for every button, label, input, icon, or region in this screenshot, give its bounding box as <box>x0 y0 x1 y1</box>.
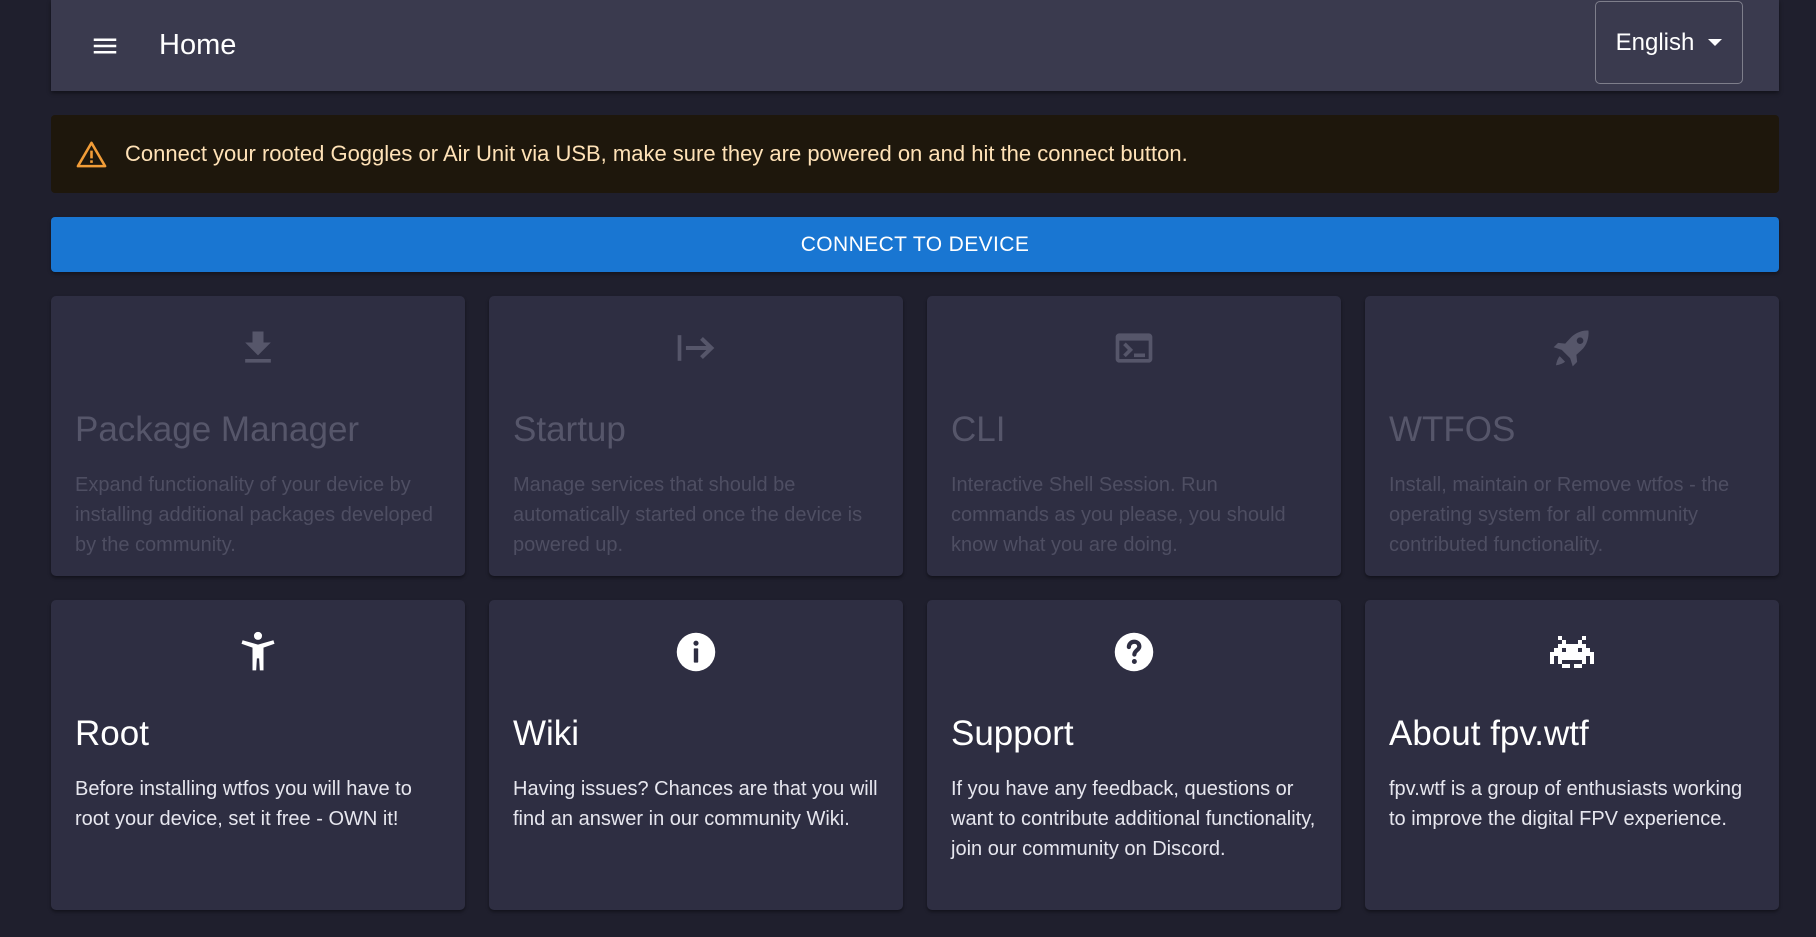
card-description: Install, maintain or Remove wtfos - the … <box>1389 474 1730 556</box>
card-description: Having issues? Chances are that you will… <box>513 778 878 830</box>
card-support[interactable]: Support If you have any feedback, questi… <box>927 600 1341 910</box>
menu-button[interactable] <box>77 18 133 74</box>
card-about[interactable]: About fpv.wtf fpv.wtf is a group of enth… <box>1365 600 1779 910</box>
rocket-icon <box>1553 330 1589 367</box>
card-description: Interactive Shell Session. Run commands … <box>951 474 1286 556</box>
card-description: fpv.wtf is a group of enthusiasts workin… <box>1389 778 1743 830</box>
help-icon <box>1114 632 1154 672</box>
card-title: Support <box>951 714 1074 753</box>
card-title: Startup <box>513 410 626 449</box>
arrow-to-bar-icon <box>677 335 715 361</box>
language-select[interactable]: English <box>1595 1 1743 84</box>
warning-alert-text: Connect your rooted Goggles or Air Unit … <box>125 141 1188 166</box>
card-startup: Startup Manage services that should be a… <box>489 296 903 576</box>
card-description: If you have any feedback, questions or w… <box>951 778 1316 860</box>
app-bar: Home English <box>51 0 1779 91</box>
card-root[interactable]: Root Before installing wtfos you will ha… <box>51 600 465 910</box>
info-icon <box>676 632 716 672</box>
warning-alert: Connect your rooted Goggles or Air Unit … <box>51 115 1779 193</box>
card-description: Manage services that should be automatic… <box>513 474 863 556</box>
card-cli: CLI Interactive Shell Session. Run comma… <box>927 296 1341 576</box>
card-title: Package Manager <box>75 410 360 449</box>
feature-grid-row-1: Package Manager Expand functionality of … <box>51 296 1779 576</box>
card-title: About fpv.wtf <box>1389 714 1589 753</box>
accessibility-icon <box>241 631 275 671</box>
card-description: Before installing wtfos you will have to… <box>75 778 412 830</box>
app-container: Home English Connect your rooted Goggles… <box>51 0 1779 910</box>
page-title: Home <box>159 29 237 61</box>
feature-grid-row-2: Root Before installing wtfos you will ha… <box>51 600 1779 910</box>
card-title: WTFOS <box>1389 410 1516 449</box>
caret-down-icon <box>1708 39 1723 46</box>
card-title: Root <box>75 714 149 753</box>
card-wiki[interactable]: Wiki Having issues? Chances are that you… <box>489 600 903 910</box>
card-title: CLI <box>951 410 1006 449</box>
card-title: Wiki <box>513 714 580 753</box>
language-select-value: English <box>1615 28 1695 56</box>
space-invader-icon <box>1550 636 1594 668</box>
hamburger-menu-icon <box>93 38 117 53</box>
card-description: Expand functionality of your device by i… <box>75 474 434 556</box>
download-icon <box>245 331 271 363</box>
connect-to-device-button[interactable]: CONNECT TO DEVICE <box>51 217 1779 272</box>
card-wtfos: WTFOS Install, maintain or Remove wtfos … <box>1365 296 1779 576</box>
card-package-manager: Package Manager Expand functionality of … <box>51 296 465 576</box>
terminal-icon <box>1115 333 1153 363</box>
warning-icon <box>76 141 107 167</box>
